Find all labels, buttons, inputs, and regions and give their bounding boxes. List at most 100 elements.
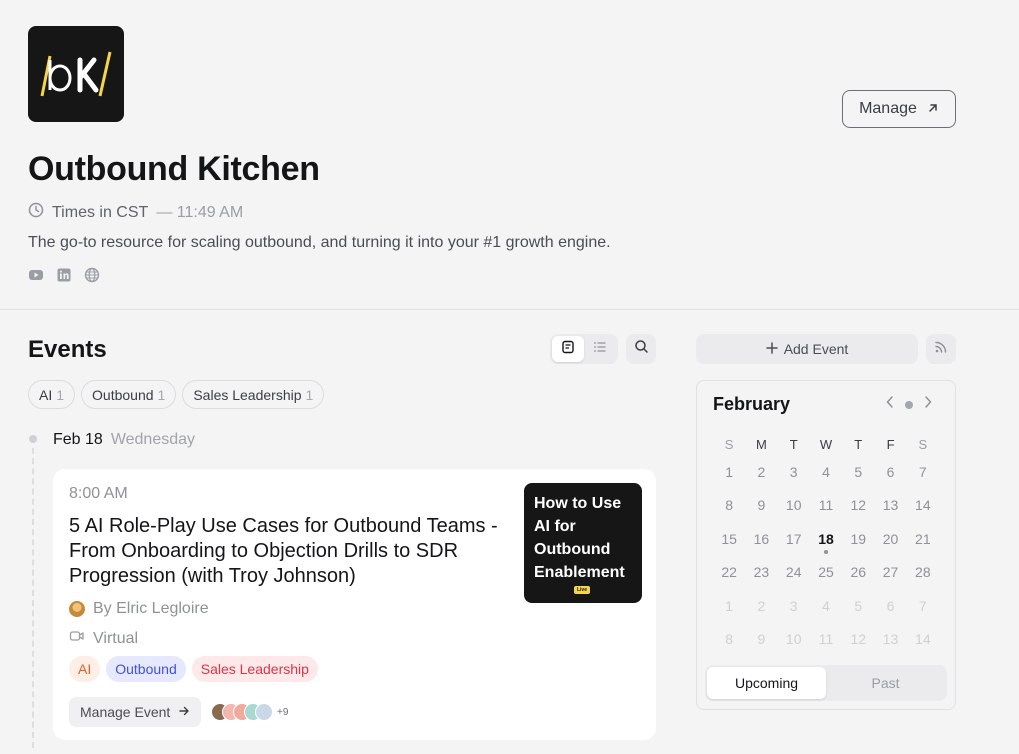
- extra-guests-count: +9: [277, 706, 289, 718]
- weekday-label: W: [819, 436, 833, 452]
- linkedin-icon[interactable]: [56, 267, 72, 283]
- social-links: [28, 267, 100, 283]
- calendar-day[interactable]: 23: [745, 564, 777, 580]
- calendar-day[interactable]: 10: [778, 497, 810, 513]
- calendar-day[interactable]: 8: [713, 497, 745, 513]
- calendar-day[interactable]: 12: [842, 631, 874, 647]
- calendar-day[interactable]: 6: [874, 598, 906, 614]
- calendar-week-row: 15 16 17 18 19 20 21: [713, 522, 939, 556]
- calendar-day[interactable]: 4: [810, 598, 842, 614]
- calendar-day[interactable]: 14: [907, 631, 939, 647]
- arrow-up-right-icon: [927, 101, 939, 117]
- calendar-day[interactable]: 2: [745, 464, 777, 480]
- list-view-button[interactable]: [584, 336, 616, 362]
- tag-ai: AI: [69, 656, 101, 682]
- search-button[interactable]: [626, 334, 656, 364]
- calendar-day[interactable]: 13: [874, 497, 906, 513]
- calendar-day[interactable]: 11: [810, 497, 842, 513]
- calendar-day[interactable]: 28: [907, 564, 939, 580]
- rss-subscribe-button[interactable]: [926, 334, 956, 364]
- upcoming-past-toggle: Upcoming Past: [705, 665, 947, 701]
- filter-chip-label: Outbound: [92, 386, 154, 403]
- filter-chip-outbound[interactable]: Outbound 1: [81, 380, 177, 409]
- calendar-day[interactable]: 9: [745, 497, 777, 513]
- clock-icon: [28, 202, 44, 223]
- add-event-button[interactable]: Add Event: [696, 334, 918, 364]
- tab-upcoming[interactable]: Upcoming: [707, 667, 826, 699]
- section-divider: [0, 309, 1019, 310]
- globe-icon[interactable]: [84, 267, 100, 283]
- calendar-day[interactable]: 7: [907, 598, 939, 614]
- manage-button[interactable]: Manage: [842, 90, 956, 128]
- calendar-day[interactable]: 1: [713, 598, 745, 614]
- guest-avatar: [255, 703, 273, 721]
- event-host: By Elric Legloire: [69, 600, 209, 618]
- tag-filters: AI 1 Outbound 1 Sales Leadership 1: [28, 380, 325, 409]
- calendar-day[interactable]: 17: [778, 531, 810, 547]
- calendar-day[interactable]: 10: [778, 631, 810, 647]
- weekday-label: Wednesday: [110, 431, 196, 448]
- plus-icon: [765, 341, 778, 357]
- today-dot-button[interactable]: [905, 400, 913, 409]
- calendar-day[interactable]: 12: [842, 497, 874, 513]
- date-group-header: Feb 18 Wednesday: [53, 431, 195, 449]
- weekday-label: S: [724, 436, 734, 452]
- calendar-day[interactable]: 20: [874, 531, 906, 547]
- calendar-day[interactable]: 3: [778, 464, 810, 480]
- calendar-day[interactable]: 7: [907, 464, 939, 480]
- event-card[interactable]: 8:00 AM 5 AI Role-Play Use Cases for Out…: [53, 469, 656, 740]
- brand-logo-mark: [40, 51, 112, 97]
- calendar-day[interactable]: 4: [810, 464, 842, 480]
- calendar-day[interactable]: 16: [745, 531, 777, 547]
- timeline-line: [32, 448, 34, 748]
- calendar-day[interactable]: 25: [810, 564, 842, 580]
- calendar-day[interactable]: 6: [874, 464, 906, 480]
- manage-event-label: Manage Event: [80, 704, 171, 720]
- calendar-day[interactable]: 9: [745, 631, 777, 647]
- calendar-day[interactable]: 24: [778, 564, 810, 580]
- calendar-day[interactable]: 11: [810, 631, 842, 647]
- calendar-nav: [885, 395, 933, 414]
- weekday-label: M: [756, 436, 767, 452]
- brand-logo: [28, 26, 124, 122]
- timezone-info: Times in CST — 11:49 AM: [28, 202, 243, 223]
- filter-chip-sales-leadership[interactable]: Sales Leadership 1: [182, 380, 325, 409]
- calendar-day[interactable]: 15: [713, 531, 745, 547]
- guest-avatars[interactable]: +9: [211, 703, 288, 721]
- calendar-day[interactable]: 13: [874, 631, 906, 647]
- calendar-day-today[interactable]: 18: [810, 531, 842, 554]
- calendar-title: Outbound Kitchen: [28, 150, 320, 188]
- calendar-month: February: [713, 394, 791, 414]
- calendar-week-row: 22 23 24 25 26 27 28: [713, 556, 939, 590]
- weekday-label: T: [789, 436, 798, 452]
- calendar-week-row: 1234567: [713, 589, 939, 623]
- calendar-day[interactable]: 14: [907, 497, 939, 513]
- list-icon: [593, 340, 607, 359]
- filter-chip-count: 1: [157, 386, 166, 403]
- youtube-icon[interactable]: [28, 267, 44, 283]
- event-thumbnail[interactable]: How to Use AI for Outbound Enablement Li…: [524, 483, 642, 603]
- calendar-day[interactable]: 27: [874, 564, 906, 580]
- calendar-day[interactable]: 1: [713, 464, 745, 480]
- calendar-day[interactable]: 3: [778, 598, 810, 614]
- calendar-day[interactable]: 5: [842, 598, 874, 614]
- calendar-day[interactable]: 26: [842, 564, 874, 580]
- filter-chip-ai[interactable]: AI 1: [28, 380, 76, 409]
- chevron-left-icon[interactable]: [885, 395, 895, 414]
- card-view-button[interactable]: [552, 336, 584, 362]
- event-title[interactable]: 5 AI Role-Play Use Cases for Outbound Te…: [69, 514, 509, 589]
- card-view-icon: [561, 340, 575, 359]
- manage-event-button[interactable]: Manage Event: [69, 697, 202, 727]
- calendar-day[interactable]: 8: [713, 631, 745, 647]
- calendar-day[interactable]: 21: [907, 531, 939, 547]
- arrow-right-icon: [178, 704, 190, 720]
- weekday-header-row: S M T W T F S: [713, 433, 939, 455]
- tab-past[interactable]: Past: [826, 667, 945, 699]
- calendar-day[interactable]: 2: [745, 598, 777, 614]
- manage-button-label: Manage: [859, 100, 917, 117]
- calendar-day[interactable]: 22: [713, 564, 745, 580]
- calendar-description: The go-to resource for scaling outbound,…: [28, 234, 611, 251]
- calendar-day[interactable]: 5: [842, 464, 874, 480]
- calendar-day[interactable]: 19: [842, 531, 874, 547]
- chevron-right-icon[interactable]: [923, 395, 933, 414]
